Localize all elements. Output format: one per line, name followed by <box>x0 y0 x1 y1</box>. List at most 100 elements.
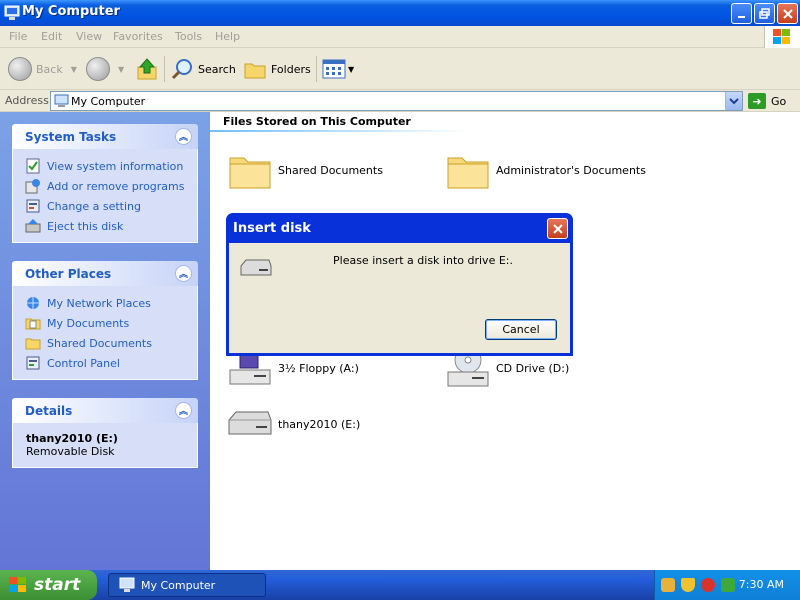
control-panel-icon <box>26 199 40 213</box>
change-a-setting-link[interactable]: Change a setting <box>13 196 197 216</box>
toolbar-separator <box>316 56 317 82</box>
administrators-documents-item[interactable]: Administrator's Documents <box>444 146 646 194</box>
address-input[interactable]: My Computer <box>50 91 743 111</box>
collapse-chevron-icon[interactable]: ︽ <box>175 402 192 419</box>
minimize-button[interactable] <box>731 3 752 24</box>
control-panel-link[interactable]: Control Panel <box>13 353 197 373</box>
link-label: Add or remove programs <box>47 179 185 193</box>
removable-disk-icon <box>240 259 272 276</box>
link-label: Control Panel <box>47 356 120 370</box>
clock[interactable]: 7:30 AM <box>739 578 784 591</box>
go-button[interactable]: ➜ Go <box>748 92 786 110</box>
system-tray: 7:30 AM <box>654 570 800 600</box>
back-dropdown-icon[interactable]: ▼ <box>71 65 77 74</box>
link-label: Eject this disk <box>47 219 124 233</box>
menu-edit[interactable]: Edit <box>41 30 62 43</box>
close-button[interactable] <box>777 3 798 24</box>
details-panel: Details ︽ thany2010 (E:) Removable Disk <box>12 398 198 468</box>
address-dropdown-button[interactable] <box>725 92 742 110</box>
details-type: Removable Disk <box>26 445 115 458</box>
collapse-chevron-icon[interactable]: ︽ <box>175 128 192 145</box>
link-label: My Documents <box>47 316 130 330</box>
views-button[interactable]: ▼ <box>322 54 354 84</box>
security-shield-icon[interactable] <box>681 578 695 592</box>
network-icon <box>27 297 39 309</box>
removable-disk-item[interactable]: thany2010 (E:) <box>226 400 360 448</box>
up-button[interactable] <box>136 54 158 84</box>
windows-flag-icon <box>9 577 26 592</box>
windows-flag-icon <box>773 29 790 44</box>
minimize-icon <box>737 15 745 18</box>
add-remove-programs-link[interactable]: Add or remove programs <box>13 176 197 196</box>
item-label: thany2010 (E:) <box>278 417 361 431</box>
toolbar-separator <box>164 56 165 82</box>
forward-dropdown-icon[interactable]: ▼ <box>118 65 124 74</box>
menu-help[interactable]: Help <box>215 30 240 43</box>
views-icon <box>322 59 346 79</box>
dialog-title: Insert disk <box>233 221 311 236</box>
insert-disk-dialog: Insert disk Please insert a disk into dr… <box>226 213 573 356</box>
add-remove-programs-icon <box>25 179 40 194</box>
removable-disk-icon <box>228 411 272 435</box>
folders-icon <box>244 63 266 79</box>
taskbar-item-label: My Computer <box>141 578 216 592</box>
folder-icon <box>25 338 41 350</box>
start-button[interactable]: start <box>0 570 97 600</box>
view-system-information-link[interactable]: View system information <box>13 156 197 176</box>
back-button[interactable]: Back ▼ <box>8 54 77 84</box>
folder-icon <box>229 157 271 189</box>
taskbar-item-my-computer[interactable]: My Computer <box>108 573 266 597</box>
forward-button[interactable]: ▼ <box>86 54 124 84</box>
menu-file[interactable]: File <box>9 30 27 43</box>
shared-documents-link[interactable]: Shared Documents <box>13 333 197 353</box>
safely-remove-hardware-icon[interactable] <box>721 578 735 592</box>
search-button[interactable]: Search <box>170 54 236 84</box>
address-bar: Address My Computer ➜ Go <box>0 90 800 112</box>
security-alert-icon[interactable] <box>701 578 715 592</box>
other-places-panel: Other Places ︽ My Network Places My Docu… <box>12 261 198 380</box>
system-tasks-panel: System Tasks ︽ View system information A… <box>12 124 198 243</box>
my-network-places-link[interactable]: My Network Places <box>13 293 197 313</box>
link-label: Shared Documents <box>47 336 152 350</box>
other-places-title: Other Places <box>25 267 112 281</box>
item-label: Shared Documents <box>278 163 383 177</box>
go-arrow-icon: ➜ <box>748 93 766 109</box>
collapse-chevron-icon[interactable]: ︽ <box>175 265 192 282</box>
other-places-header[interactable]: Other Places ︽ <box>12 261 198 286</box>
back-arrow-icon <box>8 57 32 81</box>
windows-logo <box>764 26 800 48</box>
up-folder-icon <box>137 58 157 80</box>
start-label: start <box>34 575 81 595</box>
menu-favorites[interactable]: Favorites <box>113 30 163 43</box>
link-label: Change a setting <box>47 199 141 213</box>
menu-tools[interactable]: Tools <box>175 30 202 43</box>
item-label: CD Drive (D:) <box>496 361 570 375</box>
dialog-close-button[interactable] <box>547 218 568 239</box>
menu-view[interactable]: View <box>76 30 102 43</box>
control-panel-icon <box>26 356 40 370</box>
details-header[interactable]: Details ︽ <box>12 398 198 423</box>
go-label: Go <box>771 94 787 108</box>
link-label: View system information <box>47 159 184 173</box>
link-label: My Network Places <box>47 296 151 310</box>
maximize-icon <box>758 7 770 19</box>
system-tasks-title: System Tasks <box>25 130 117 144</box>
computer-icon <box>4 5 20 20</box>
forward-arrow-icon <box>86 57 110 81</box>
section-divider <box>210 130 470 132</box>
title-bar[interactable]: My Computer <box>0 0 800 26</box>
shared-documents-item[interactable]: Shared Documents <box>226 146 383 194</box>
views-dropdown-icon[interactable]: ▼ <box>348 65 354 74</box>
computer-icon <box>119 577 135 592</box>
folders-button[interactable]: Folders <box>243 54 311 84</box>
address-label: Address <box>5 94 49 107</box>
maximize-button[interactable] <box>754 3 775 24</box>
system-tasks-header[interactable]: System Tasks ︽ <box>12 124 198 149</box>
address-value: My Computer <box>71 95 146 108</box>
tray-network-icon[interactable] <box>661 578 675 592</box>
menu-bar: File Edit View Favorites Tools Help <box>0 26 800 48</box>
my-documents-link[interactable]: My Documents <box>13 313 197 333</box>
eject-this-disk-link[interactable]: Eject this disk <box>13 216 197 236</box>
eject-icon <box>25 219 41 233</box>
cancel-button[interactable]: Cancel <box>485 319 557 340</box>
